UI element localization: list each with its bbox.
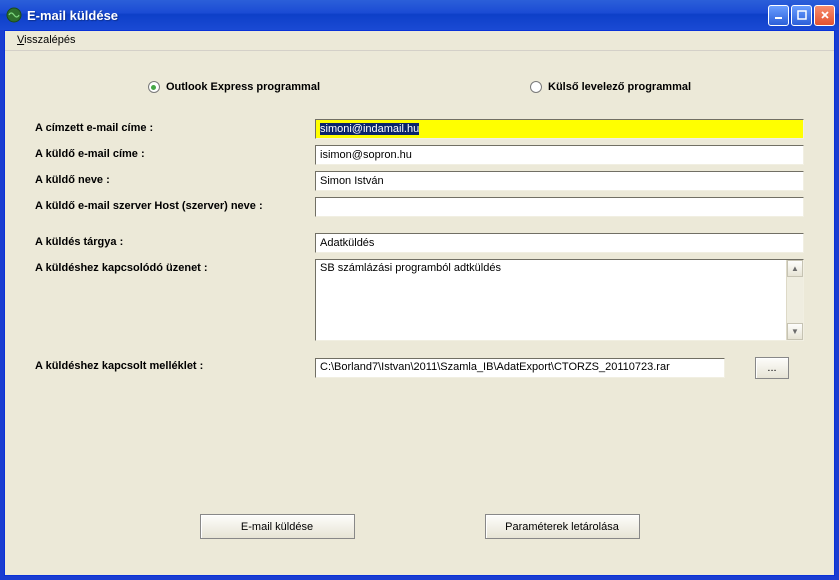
label-subject: A küldés tárgya : xyxy=(35,233,315,248)
radio-outlook-label: Outlook Express programmal xyxy=(166,81,320,93)
label-sender-email: A küldő e-mail címe : xyxy=(35,145,315,160)
smtp-host-input[interactable] xyxy=(315,197,804,217)
radio-external-label: Külső levelező programmal xyxy=(548,81,691,93)
window-title: E-mail küldése xyxy=(27,8,768,23)
sender-email-input[interactable]: isimon@sopron.hu xyxy=(315,145,804,165)
send-email-button[interactable]: E-mail küldése xyxy=(200,514,355,539)
scrollbar[interactable]: ▲ ▼ xyxy=(786,260,803,340)
app-icon xyxy=(6,7,22,23)
minimize-button[interactable] xyxy=(768,5,789,26)
menu-back[interactable]: Visszalépés xyxy=(11,33,82,47)
row-recipient: A címzett e-mail címe : simoni@indamail.… xyxy=(35,119,804,139)
radio-external[interactable]: Külső levelező programmal xyxy=(530,81,691,93)
window: E-mail küldése Visszalépés Outlook Expre… xyxy=(0,0,839,580)
radio-dot-icon xyxy=(148,81,160,93)
bottom-button-row: E-mail küldése Paraméterek letárolása xyxy=(5,514,834,539)
save-params-button[interactable]: Paraméterek letárolása xyxy=(485,514,640,539)
browse-button[interactable]: ... xyxy=(755,357,789,379)
sender-name-input[interactable]: Simon István xyxy=(315,171,804,191)
row-sender-email: A küldő e-mail címe : isimon@sopron.hu xyxy=(35,145,804,165)
close-button[interactable] xyxy=(814,5,835,26)
label-attachment: A küldéshez kapcsolt melléklet : xyxy=(35,357,315,372)
row-smtp-host: A küldő e-mail szerver Host (szerver) ne… xyxy=(35,197,804,217)
label-message: A küldéshez kapcsolódó üzenet : xyxy=(35,259,315,274)
maximize-button[interactable] xyxy=(791,5,812,26)
subject-input[interactable]: Adatküldés xyxy=(315,233,804,253)
client-area: Visszalépés Outlook Express programmal K… xyxy=(4,30,835,576)
message-textarea[interactable]: SB számlázási programból adtküldés ▲ ▼ xyxy=(315,259,804,341)
attachment-controls: C:\Borland7\Istvan\2011\Szamla_IB\AdatEx… xyxy=(315,357,789,379)
row-attachment: A küldéshez kapcsolt melléklet : C:\Borl… xyxy=(35,357,804,379)
message-text: SB számlázási programból adtküldés xyxy=(316,260,786,340)
label-sender-name: A küldő neve : xyxy=(35,171,315,186)
content: Outlook Express programmal Külső levelez… xyxy=(5,51,834,575)
titlebar-buttons xyxy=(768,5,835,26)
label-smtp-host: A küldő e-mail szerver Host (szerver) ne… xyxy=(35,197,315,212)
label-recipient: A címzett e-mail címe : xyxy=(35,119,315,134)
menubar: Visszalépés xyxy=(5,31,834,51)
titlebar: E-mail küldése xyxy=(0,0,839,30)
mail-program-radio-group: Outlook Express programmal Külső levelez… xyxy=(35,81,804,93)
row-subject: A küldés tárgya : Adatküldés xyxy=(35,233,804,253)
row-sender-name: A küldő neve : Simon István xyxy=(35,171,804,191)
recipient-input[interactable]: simoni@indamail.hu xyxy=(315,119,804,139)
radio-outlook[interactable]: Outlook Express programmal xyxy=(148,81,320,93)
attachment-input[interactable]: C:\Borland7\Istvan\2011\Szamla_IB\AdatEx… xyxy=(315,358,725,378)
row-message: A küldéshez kapcsolódó üzenet : SB száml… xyxy=(35,259,804,341)
scroll-down-button[interactable]: ▼ xyxy=(787,323,803,340)
scroll-up-button[interactable]: ▲ xyxy=(787,260,803,277)
radio-dot-icon xyxy=(530,81,542,93)
